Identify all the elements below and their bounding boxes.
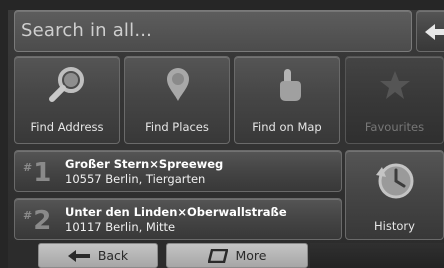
more-label: More: [235, 248, 267, 263]
find-places-button[interactable]: Find Places: [124, 56, 230, 144]
star-icon: [380, 71, 410, 99]
find-on-map-button[interactable]: Find on Map: [234, 56, 340, 144]
favourites-label: Favourites: [364, 120, 425, 134]
map-pin-icon: [167, 68, 189, 101]
destination-number: #2: [23, 206, 52, 236]
footer-filler: [310, 243, 444, 268]
destination-address: 10117 Berlin, Mitte: [65, 220, 176, 234]
favourites-button[interactable]: Favourites: [345, 56, 444, 144]
more-window-icon: [207, 248, 228, 263]
search-placeholder: Search in all...: [21, 20, 153, 41]
destination-address: 10557 Berlin, Tiergarten: [65, 172, 206, 186]
back-button[interactable]: Back: [38, 243, 158, 268]
destination-name: Unter den Linden×Oberwallstraße: [65, 205, 287, 219]
back-label: Back: [97, 248, 129, 263]
more-button[interactable]: More: [166, 243, 308, 268]
find-address-button[interactable]: Find Address: [14, 56, 120, 144]
history-clock-icon: [376, 163, 414, 199]
find-places-label: Find Places: [145, 120, 209, 134]
find-address-label: Find Address: [30, 120, 104, 134]
recent-destination-1[interactable]: #1 Großer Stern×Spreeweg 10557 Berlin, T…: [14, 150, 342, 192]
pointing-hand-icon: [280, 69, 301, 101]
backspace-button[interactable]: [416, 10, 444, 52]
find-on-map-label: Find on Map: [252, 120, 322, 134]
back-arrow-icon: [67, 249, 90, 262]
magnifier-icon: [49, 67, 84, 102]
search-field[interactable]: Search in all...: [14, 10, 412, 52]
history-label: History: [374, 219, 415, 233]
destination-name: Großer Stern×Spreeweg: [65, 157, 224, 171]
recent-destination-2[interactable]: #2 Unter den Linden×Oberwallstraße 10117…: [14, 198, 342, 240]
destination-number: #1: [23, 158, 52, 188]
backspace-arrow-icon: [425, 24, 444, 40]
destination-screen: Search in all... Find Address Find Place…: [8, 10, 444, 268]
history-button[interactable]: History: [345, 150, 444, 240]
